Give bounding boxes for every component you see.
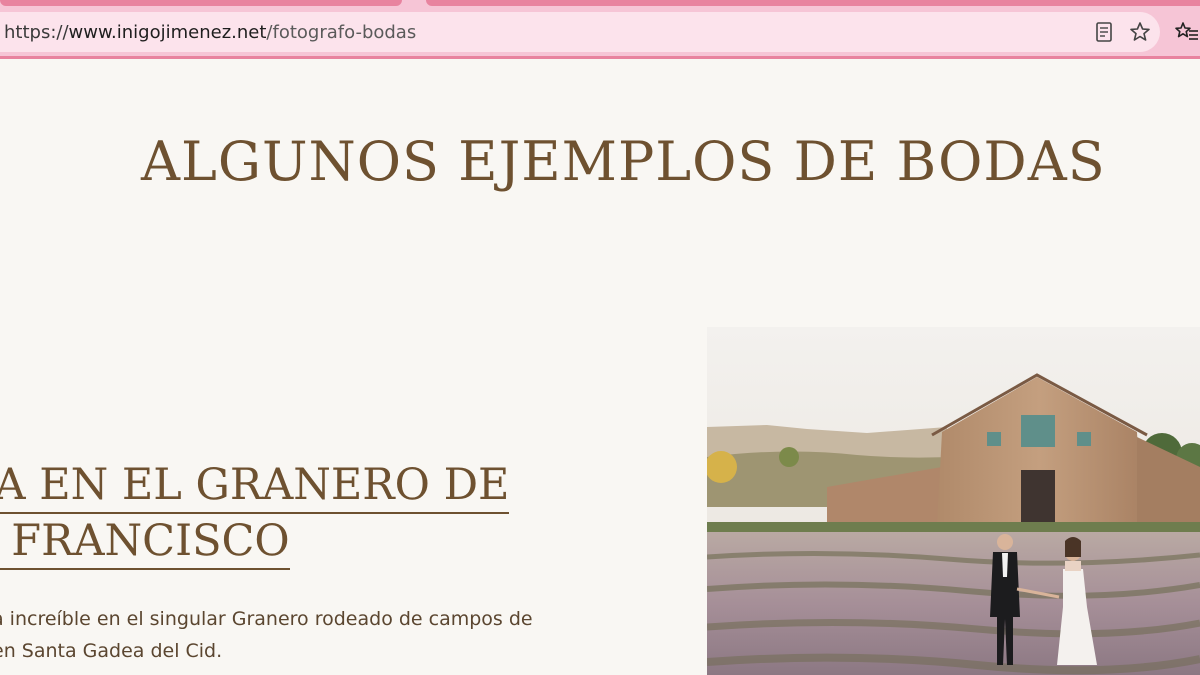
address-bar[interactable]: https://www.inigojimenez.net/fotografo-b… [0, 12, 1160, 52]
description-line-2: en Santa Gadea del Cid. [0, 640, 223, 662]
wedding-headline: DA EN EL GRANERO DEN FRANCISCO [0, 458, 660, 570]
page-title: ALGUNOS EJEMPLOS DE BODAS [141, 130, 1106, 193]
wedding-description: a increíble en el singular Granero rodea… [0, 603, 682, 667]
wedding-photo [707, 327, 1200, 675]
url-scheme: https:// [4, 22, 69, 43]
description-line-1: a increíble en el singular Granero rodea… [0, 608, 533, 630]
toolbar-divider [0, 56, 1200, 59]
browser-tab-strip [0, 0, 1200, 8]
browser-tab-active[interactable] [426, 0, 1200, 6]
url-text[interactable]: https://www.inigojimenez.net/fotografo-b… [4, 22, 416, 43]
reader-mode-icon[interactable] [1092, 20, 1116, 44]
browser-toolbar: https://www.inigojimenez.net/fotografo-b… [0, 8, 1200, 56]
wedding-headline-link[interactable]: DA EN EL GRANERO DEN FRANCISCO [0, 458, 510, 570]
url-host: www.inigojimenez.net [68, 22, 267, 43]
browser-tab[interactable] [0, 0, 402, 6]
headline-line-1: DA EN EL GRANERO DE [0, 458, 510, 514]
url-path: /fotografo-bodas [266, 22, 417, 43]
favorites-icon[interactable] [1174, 20, 1198, 44]
bookmark-star-icon[interactable] [1128, 20, 1152, 44]
headline-line-2: N FRANCISCO [0, 514, 290, 570]
